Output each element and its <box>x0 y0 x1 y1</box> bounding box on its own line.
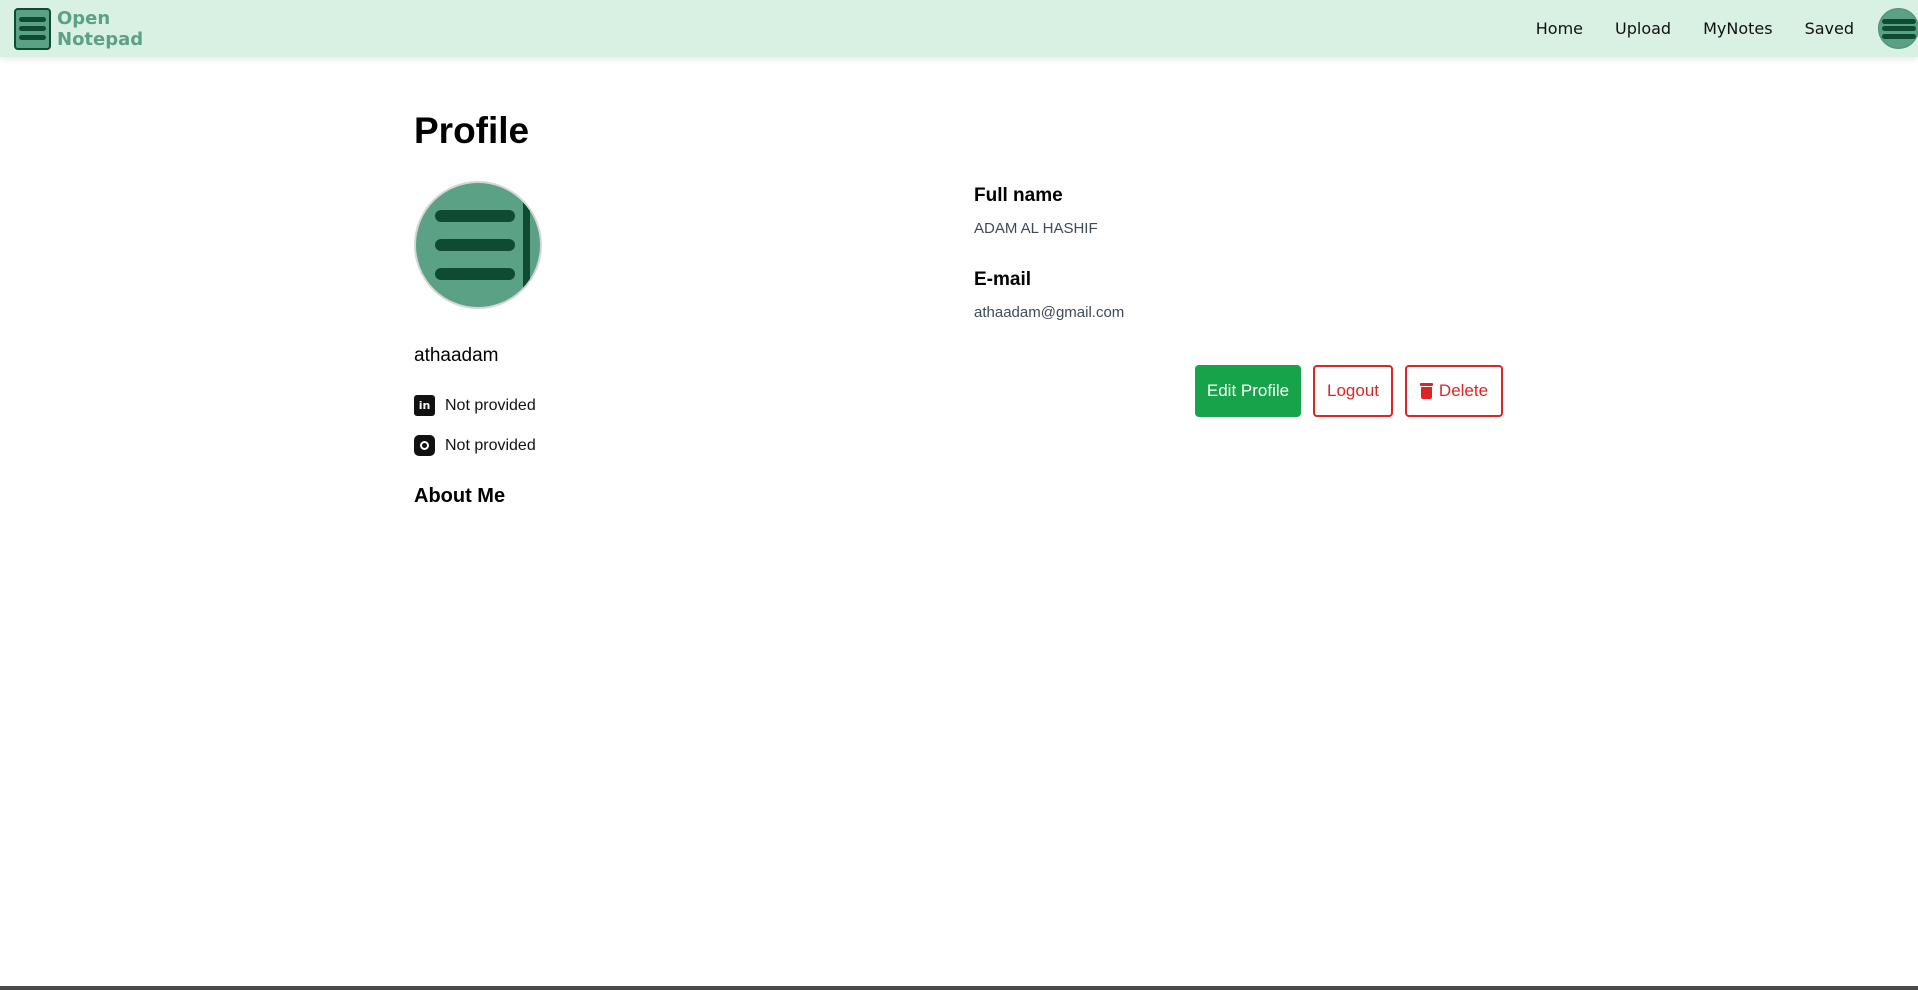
email-value: athaadam@gmail.com <box>974 304 1125 321</box>
edit-profile-button[interactable]: Edit Profile <box>1195 365 1301 417</box>
top-navbar: Open Notepad Home Upload MyNotes Saved <box>0 0 1918 57</box>
fullname-value: ADAM AL HASHIF <box>974 220 1098 237</box>
trash-icon <box>1419 383 1433 399</box>
profile-username: athaadam <box>414 345 499 366</box>
window-bottom-edge <box>0 986 1918 990</box>
linkedin-row: in Not provided <box>414 395 536 416</box>
linkedin-icon: in <box>414 395 435 416</box>
user-avatar-menu[interactable] <box>1878 8 1918 49</box>
nav-link-mynotes[interactable]: MyNotes <box>1703 19 1772 38</box>
instagram-icon <box>414 435 435 456</box>
linkedin-value: Not provided <box>445 396 536 414</box>
brand-logo-link[interactable]: Open Notepad <box>14 7 143 50</box>
profile-avatar-image <box>416 183 530 307</box>
profile-avatar <box>414 181 542 309</box>
nav-link-upload[interactable]: Upload <box>1615 19 1671 38</box>
instagram-row: Not provided <box>414 435 536 456</box>
brand-name-line1: Open <box>57 7 111 29</box>
main-nav: Home Upload MyNotes Saved <box>1536 0 1918 57</box>
edit-profile-label: Edit Profile <box>1206 381 1290 400</box>
brand-name-line2: Notepad <box>57 28 144 50</box>
nav-link-home[interactable]: Home <box>1536 19 1583 38</box>
instagram-value: Not provided <box>445 436 536 454</box>
page-title: Profile <box>414 110 530 151</box>
brand-name: Open Notepad <box>57 8 143 50</box>
notepad-logo-icon <box>14 7 51 50</box>
about-me-heading: About Me <box>414 485 506 507</box>
logout-label: Logout <box>1327 381 1379 400</box>
delete-label: Delete <box>1438 381 1489 400</box>
profile-actions: Edit Profile Logout Delete <box>1195 365 1503 417</box>
email-label: E-mail <box>974 269 1032 290</box>
fullname-label: Full name <box>974 185 1063 206</box>
delete-button[interactable]: Delete <box>1405 365 1503 417</box>
logout-button[interactable]: Logout <box>1313 365 1393 417</box>
nav-link-saved[interactable]: Saved <box>1805 19 1854 38</box>
